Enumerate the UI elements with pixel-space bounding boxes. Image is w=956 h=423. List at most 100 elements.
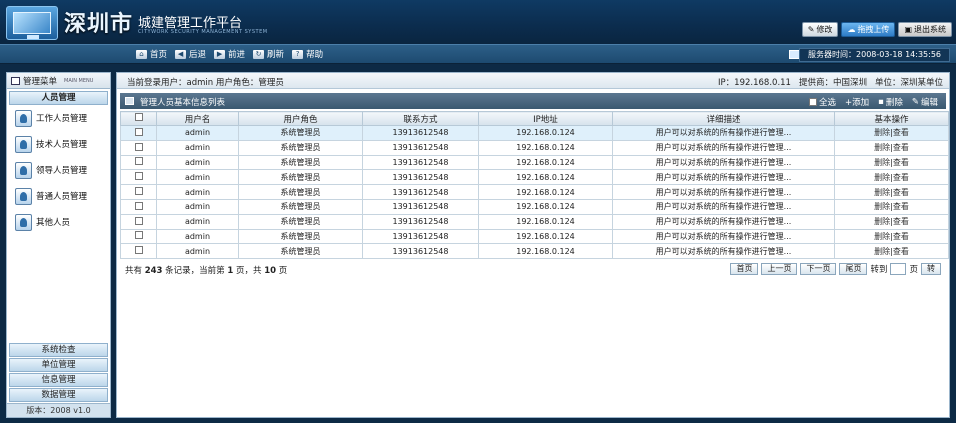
- cell-ip: 192.168.0.124: [478, 184, 613, 200]
- sidebar-group-unit[interactable]: 单位管理: [9, 358, 108, 372]
- cell-contact: 13913612548: [362, 154, 479, 171]
- col-role: 用户角色: [238, 111, 363, 126]
- select-all-label: 全选: [818, 98, 836, 108]
- row-delete-link[interactable]: 删除: [874, 188, 890, 197]
- row-delete-link[interactable]: 删除: [874, 128, 890, 137]
- nav-help[interactable]: ? 帮助: [292, 48, 323, 60]
- cell-ip: 192.168.0.124: [478, 154, 613, 171]
- table-row[interactable]: admin 系统管理员 13913612548 192.168.0.124 用户可以对系…: [120, 228, 949, 245]
- row-delete-link[interactable]: 删除: [874, 217, 890, 226]
- row-view-link[interactable]: 查看: [893, 158, 909, 167]
- delete-button[interactable]: ▪ 删除: [878, 96, 903, 108]
- col-contact: 联系方式: [362, 111, 479, 126]
- next-page-button[interactable]: 下一页: [800, 263, 837, 275]
- row-view-link[interactable]: 查看: [893, 217, 909, 226]
- cell-username: admin: [156, 198, 239, 215]
- table-row[interactable]: admin 系统管理员 13913612548 192.168.0.124 用户可以对系…: [120, 169, 949, 186]
- row-checkbox-cell: [120, 184, 157, 200]
- nav-back-label: 后退: [189, 50, 207, 60]
- select-all-checkbox[interactable]: [808, 98, 817, 106]
- cell-description: 用户可以对系统的所有操作进行管理...: [612, 184, 835, 200]
- edit-icon: ✎: [911, 97, 919, 107]
- nav-forward[interactable]: ▶ 前进: [214, 48, 245, 60]
- panel-title: 管理人员基本信息列表: [140, 98, 226, 108]
- row-checkbox[interactable]: [134, 127, 143, 136]
- row-view-link[interactable]: 查看: [893, 128, 909, 137]
- sidebar-item-workers[interactable]: 工作人员管理: [7, 105, 110, 131]
- cell-role: 系统管理员: [238, 169, 363, 186]
- row-checkbox[interactable]: [134, 172, 143, 181]
- cell-description: 用户可以对系统的所有操作进行管理...: [612, 198, 835, 215]
- row-checkbox[interactable]: [134, 157, 143, 166]
- row-view-link[interactable]: 查看: [893, 173, 909, 182]
- row-checkbox-cell: [120, 213, 157, 230]
- row-view-link[interactable]: 查看: [893, 188, 909, 197]
- cell-contact: 13913612548: [362, 243, 479, 260]
- cell-contact: 13913612548: [362, 228, 479, 245]
- row-checkbox[interactable]: [134, 216, 143, 225]
- sidebar-group-personnel[interactable]: 人员管理: [9, 91, 108, 105]
- sidebar-group-data[interactable]: 数据管理: [9, 388, 108, 402]
- cell-description: 用户可以对系统的所有操作进行管理...: [612, 243, 835, 260]
- last-page-button[interactable]: 尾页: [839, 263, 868, 275]
- list-icon: [125, 97, 134, 105]
- pager-summary: 共有 243 条记录，当前第 1 页，共 10 页: [125, 264, 287, 276]
- table-row[interactable]: admin 系统管理员 13913612548 192.168.0.124 用户可以对系…: [120, 184, 949, 200]
- table-row[interactable]: admin 系统管理员 13913612548 192.168.0.124 用户可以对系…: [120, 243, 949, 260]
- sidebar-group-system-check[interactable]: 系统检查: [9, 343, 108, 357]
- row-checkbox[interactable]: [134, 187, 143, 196]
- col-username: 用户名: [156, 111, 239, 126]
- cell-role: 系统管理员: [238, 228, 363, 245]
- nav-back[interactable]: ◀ 后退: [175, 48, 206, 60]
- nav-home[interactable]: ⌂ 首页: [136, 48, 167, 60]
- prev-page-button[interactable]: 上一页: [761, 263, 798, 275]
- row-view-link[interactable]: 查看: [893, 232, 909, 241]
- goto-button[interactable]: 转: [921, 263, 941, 275]
- row-delete-link[interactable]: 删除: [874, 247, 890, 256]
- cell-description: 用户可以对系统的所有操作进行管理...: [612, 213, 835, 230]
- edit-icon: ✎: [807, 25, 815, 34]
- pager-mid2: 页，共: [233, 266, 265, 276]
- header-checkbox[interactable]: [134, 113, 143, 121]
- table-row[interactable]: admin 系统管理员 13913612548 192.168.0.124 用户可以对系…: [120, 198, 949, 215]
- row-delete-link[interactable]: 删除: [874, 158, 890, 167]
- sidebar-item-regular[interactable]: 普通人员管理: [7, 183, 110, 209]
- row-checkbox[interactable]: [134, 201, 143, 210]
- nav-refresh[interactable]: ↻ 刷新: [253, 48, 284, 60]
- ip-info: IP：192.168.0.11: [718, 78, 791, 88]
- cell-username: admin: [156, 139, 239, 156]
- table-row[interactable]: admin 系统管理员 13913612548 192.168.0.124 用户可以对系…: [120, 154, 949, 171]
- table-row[interactable]: admin 系统管理员 13913612548 192.168.0.124 用户可以对系…: [120, 213, 949, 230]
- goto-page-input[interactable]: [890, 263, 907, 275]
- cell-ip: 192.168.0.124: [478, 125, 613, 141]
- drag-upload-button[interactable]: ☁ 拖拽上传: [841, 22, 896, 37]
- select-all-button[interactable]: 全选: [808, 96, 836, 108]
- first-page-button[interactable]: 首页: [730, 263, 759, 275]
- sidebar-item-others[interactable]: 其他人员: [7, 209, 110, 235]
- row-delete-link[interactable]: 删除: [874, 143, 890, 152]
- sidebar-item-tech[interactable]: 技术人员管理: [7, 131, 110, 157]
- row-view-link[interactable]: 查看: [893, 202, 909, 211]
- login-info: 当前登录用户：admin 用户角色：管理员: [127, 78, 284, 88]
- table-row[interactable]: admin 系统管理员 13913612548 192.168.0.124 用户可以对系…: [120, 125, 949, 141]
- row-view-link[interactable]: 查看: [893, 143, 909, 152]
- cell-contact: 13913612548: [362, 169, 479, 186]
- add-button[interactable]: +添加: [845, 96, 869, 108]
- row-checkbox[interactable]: [134, 231, 143, 240]
- pager-mid: 条记录，当前第: [162, 266, 228, 276]
- row-delete-link[interactable]: 删除: [874, 173, 890, 182]
- modify-button[interactable]: ✎ 修改: [801, 22, 839, 37]
- row-delete-link[interactable]: 删除: [874, 202, 890, 211]
- row-checkbox-cell: [120, 169, 157, 186]
- delete-label: 删除: [885, 98, 903, 108]
- logout-button[interactable]: ▣ 退出系统: [898, 22, 952, 37]
- sidebar-item-leaders[interactable]: 领导人员管理: [7, 157, 110, 183]
- row-delete-link[interactable]: 删除: [874, 232, 890, 241]
- row-checkbox[interactable]: [134, 246, 143, 255]
- row-view-link[interactable]: 查看: [893, 247, 909, 256]
- sidebar-group-info[interactable]: 信息管理: [9, 373, 108, 387]
- cell-role: 系统管理员: [238, 213, 363, 230]
- table-row[interactable]: admin 系统管理员 13913612548 192.168.0.124 用户可以对系…: [120, 139, 949, 156]
- edit-button[interactable]: ✎ 编辑: [912, 96, 938, 108]
- row-checkbox[interactable]: [134, 142, 143, 151]
